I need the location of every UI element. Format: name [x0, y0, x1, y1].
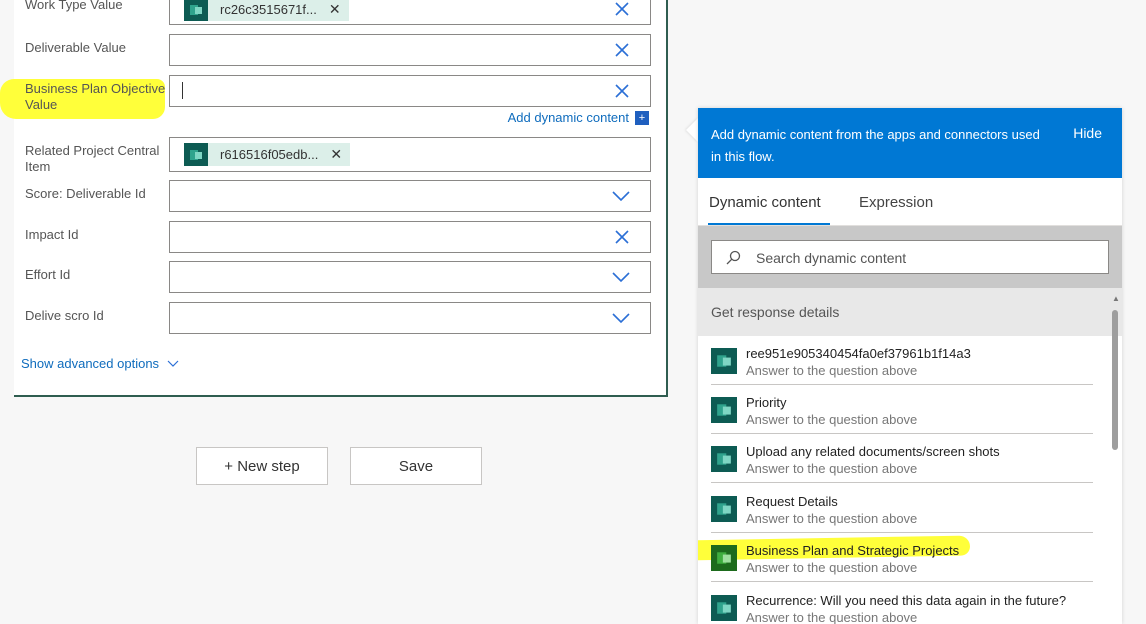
field-label-delive-scro: Delive scro Id [25, 308, 104, 323]
impact-input[interactable] [169, 221, 651, 253]
scroll-up-arrow[interactable]: ▲ [1112, 294, 1120, 303]
plus-icon: + [635, 110, 649, 125]
show-advanced-options-link[interactable]: Show advanced options [21, 356, 179, 371]
business-plan-input[interactable] [169, 75, 651, 107]
item-subtitle: Answer to the question above [746, 560, 918, 575]
panel-message: Add dynamic content from the apps and co… [711, 127, 1040, 164]
item-title: Request Details [746, 494, 838, 509]
search-input[interactable]: Search dynamic content [711, 240, 1109, 274]
search-area: Search dynamic content [698, 226, 1122, 288]
forms-icon [711, 446, 737, 472]
item-subtitle: Answer to the question above [746, 461, 918, 476]
item-title: Priority [746, 395, 787, 410]
token-remove-icon[interactable]: ✕ [330, 146, 342, 163]
token-work-type[interactable]: rc26c3515671f... ✕ [184, 0, 349, 21]
tab-expression[interactable]: Expression [859, 194, 933, 211]
field-label-score: Score: Deliverable Id [25, 186, 146, 201]
token-related-project[interactable]: r616516f05edb... ✕ [184, 143, 351, 166]
item-title: Recurrence: Will you need this data agai… [746, 593, 1067, 608]
work-type-input[interactable]: rc26c3515671f... ✕ [169, 0, 651, 25]
forms-icon [711, 545, 737, 571]
new-step-button[interactable]: + New step [196, 447, 328, 485]
dynamic-content-panel: Add dynamic content from the apps and co… [698, 108, 1122, 624]
forms-icon [711, 348, 737, 374]
panel-pointer [686, 118, 698, 142]
item-subtitle: Answer to the question above [746, 610, 918, 624]
item-subtitle: Answer to the question above [746, 363, 918, 378]
forms-icon [184, 143, 208, 166]
list-item[interactable]: Business Plan and Strategic Projects Ans… [698, 533, 1093, 582]
score-dropdown[interactable] [169, 180, 651, 212]
close-icon[interactable] [614, 1, 630, 17]
item-subtitle: Answer to the question above [746, 511, 918, 526]
field-label-related-project: Related Project Central Item [25, 143, 160, 174]
active-tab-indicator [708, 223, 830, 225]
add-dynamic-content-label: Add dynamic content [507, 110, 629, 125]
list-item[interactable]: Upload any related documents/screen shot… [711, 434, 1093, 483]
chevron-down-icon[interactable] [612, 190, 630, 202]
deliverable-input[interactable] [169, 34, 651, 66]
effort-dropdown[interactable] [169, 261, 651, 293]
forms-icon [711, 496, 737, 522]
related-project-input[interactable]: r616516f05edb... ✕ [169, 137, 651, 172]
delive-scro-dropdown[interactable] [169, 302, 651, 334]
close-icon[interactable] [614, 42, 630, 58]
item-title: ree951e905340454fa0ef37961b1f14a3 [746, 346, 971, 361]
section-title: Get response details [711, 304, 840, 320]
field-label-work-type: Work Type Value [25, 0, 123, 12]
close-icon[interactable] [614, 83, 630, 99]
list-item[interactable]: Request Details Answer to the question a… [711, 484, 1093, 533]
list-item[interactable]: Priority Answer to the question above [711, 385, 1093, 434]
chevron-down-icon [167, 360, 179, 367]
chevron-down-icon[interactable] [612, 271, 630, 283]
show-advanced-label: Show advanced options [21, 356, 160, 371]
add-dynamic-content-link[interactable]: Add dynamic content + [508, 110, 649, 125]
section-header: Get response details [698, 288, 1122, 336]
action-card: Work Type Value rc26c3515671f... ✕ Deliv… [0, 0, 668, 397]
search-icon [726, 250, 741, 265]
chevron-down-icon[interactable] [612, 312, 630, 324]
forms-icon [711, 397, 737, 423]
scrollbar[interactable]: ▲ [1110, 292, 1120, 624]
text-cursor [182, 82, 183, 99]
scrollbar-thumb[interactable] [1112, 310, 1118, 450]
forms-icon [184, 0, 208, 21]
search-placeholder: Search dynamic content [756, 250, 907, 266]
item-title: Upload any related documents/screen shot… [746, 444, 1000, 459]
hide-button[interactable]: Hide [1073, 125, 1102, 141]
token-remove-icon[interactable]: ✕ [329, 1, 341, 18]
token-text: rc26c3515671f... [220, 2, 317, 17]
forms-icon [711, 595, 737, 621]
item-subtitle: Answer to the question above [746, 412, 918, 427]
list-item[interactable]: ree951e905340454fa0ef37961b1f14a3 Answer… [711, 336, 1093, 385]
panel-header: Add dynamic content from the apps and co… [698, 108, 1122, 178]
token-text: r616516f05edb... [220, 147, 319, 162]
field-label-impact: Impact Id [25, 227, 79, 242]
close-icon[interactable] [614, 229, 630, 245]
tab-dynamic-content[interactable]: Dynamic content [709, 194, 821, 211]
save-button[interactable]: Save [350, 447, 482, 485]
field-label-business-plan: Business Plan Objective Value [25, 81, 166, 112]
panel-tabs: Dynamic content Expression [698, 178, 1122, 226]
field-label-deliverable: Deliverable Value [25, 40, 126, 55]
field-label-effort: Effort Id [25, 267, 71, 282]
item-title: Business Plan and Strategic Projects [746, 543, 960, 558]
list-item[interactable]: Recurrence: Will you need this data agai… [711, 583, 1093, 624]
